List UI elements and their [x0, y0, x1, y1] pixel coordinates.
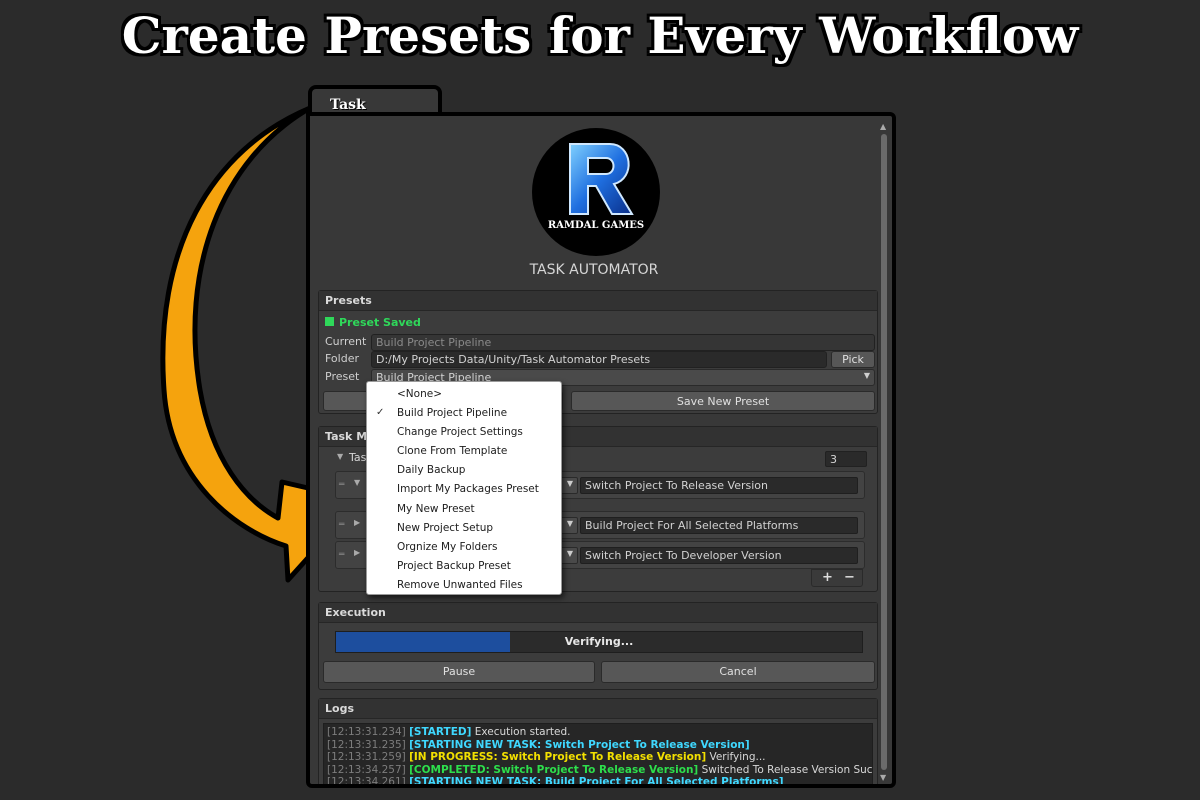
- logo-r-icon: [569, 143, 634, 215]
- drag-handle-icon[interactable]: ═: [339, 520, 344, 530]
- vertical-scrollbar[interactable]: ▲ ▼: [879, 122, 889, 782]
- menu-item-daily-backup[interactable]: Daily Backup: [367, 461, 561, 480]
- task-name-field[interactable]: Switch Project To Release Version: [580, 477, 858, 494]
- checkmark-icon: ✓: [376, 407, 385, 419]
- app-title: TASK AUTOMATOR: [529, 262, 659, 278]
- chevron-down-icon: ▼: [566, 479, 573, 488]
- current-preset-field: Build Project Pipeline: [371, 334, 875, 351]
- current-label: Current: [325, 335, 367, 348]
- task-foldout-icon[interactable]: ▶: [354, 548, 360, 557]
- chevron-down-icon: ▼: [566, 549, 573, 558]
- log-line: [12:13:31.259] [IN PROGRESS: Switch Proj…: [327, 751, 766, 764]
- log-line: [12:13:34.257] [COMPLETED: Switch Projec…: [327, 763, 873, 776]
- progress-text: Verifying...: [564, 635, 634, 648]
- menu-item-change-project-settings[interactable]: Change Project Settings: [367, 423, 561, 442]
- menu-item-none[interactable]: <None>: [367, 385, 561, 404]
- ramdal-games-logo: RAMDAL GAMES: [532, 128, 660, 256]
- scrollbar-thumb[interactable]: [881, 134, 887, 770]
- drag-handle-icon[interactable]: ═: [339, 480, 344, 490]
- cancel-button[interactable]: Cancel: [601, 661, 875, 683]
- logo-text: RAMDAL GAMES: [547, 220, 645, 231]
- logs-header[interactable]: Logs: [319, 699, 877, 719]
- menu-item-import-my-packages-preset[interactable]: Import My Packages Preset: [367, 480, 561, 499]
- chevron-down-icon: ▼: [863, 371, 870, 380]
- presets-header[interactable]: Presets: [319, 291, 877, 311]
- menu-item-remove-unwanted-files[interactable]: Remove Unwanted Files: [367, 576, 561, 595]
- progress-bar: Verifying...: [335, 631, 863, 653]
- folder-path-field[interactable]: D:/My Projects Data/Unity/Task Automator…: [371, 351, 827, 368]
- task-foldout-icon[interactable]: ▶: [354, 518, 360, 527]
- list-add-remove: + −: [811, 569, 863, 587]
- save-new-preset-button[interactable]: Save New Preset: [571, 391, 875, 411]
- drag-handle-icon[interactable]: ═: [339, 550, 344, 560]
- log-line: [12:13:34.261] [STARTING NEW TASK: Build…: [327, 776, 784, 788]
- menu-item-clone-from-template[interactable]: Clone From Template: [367, 442, 561, 461]
- log-line: [12:13:31.234] [STARTED] Execution start…: [327, 726, 571, 738]
- task-name-field[interactable]: Build Project For All Selected Platforms: [580, 517, 858, 534]
- task-foldout-icon[interactable]: ▼: [354, 478, 360, 487]
- task-count-field[interactable]: 3: [825, 451, 867, 467]
- pause-button[interactable]: Pause: [323, 661, 595, 683]
- task-name-field[interactable]: Switch Project To Developer Version: [580, 547, 858, 564]
- preset-status: Preset Saved: [325, 316, 421, 329]
- folder-label: Folder: [325, 352, 359, 365]
- add-task-button[interactable]: +: [822, 570, 833, 585]
- tasks-foldout-icon[interactable]: ▼: [337, 452, 343, 461]
- pick-folder-button[interactable]: Pick: [831, 351, 875, 368]
- menu-item-orgnize-my-folders[interactable]: Orgnize My Folders: [367, 538, 561, 557]
- log-line: [12:13:31.235] [STARTING NEW TASK: Switc…: [327, 738, 750, 751]
- execution-header[interactable]: Execution: [319, 603, 877, 623]
- preset-status-text: Preset Saved: [339, 316, 421, 329]
- preset-dropdown-menu: <None> ✓ Build Project Pipeline Change Pr…: [366, 381, 562, 595]
- preset-label: Preset: [325, 370, 360, 383]
- status-indicator-icon: [325, 317, 334, 326]
- menu-item-project-backup-preset[interactable]: Project Backup Preset: [367, 557, 561, 576]
- remove-task-button[interactable]: −: [844, 570, 855, 585]
- scroll-up-icon[interactable]: ▲: [880, 122, 886, 131]
- log-output[interactable]: [12:13:31.234] [STARTED] Execution start…: [323, 723, 873, 788]
- logs-section: Logs [12:13:31.234] [STARTED] Execution …: [318, 698, 878, 788]
- scroll-down-icon[interactable]: ▼: [880, 773, 886, 782]
- chevron-down-icon: ▼: [566, 519, 573, 528]
- menu-item-my-new-preset[interactable]: My New Preset: [367, 500, 561, 519]
- menu-item-new-project-setup[interactable]: New Project Setup: [367, 519, 561, 538]
- menu-item-build-project-pipeline[interactable]: ✓ Build Project Pipeline: [367, 404, 561, 423]
- banner-title: Create Presets for Every Workflow: [121, 6, 1079, 65]
- execution-section: Execution Verifying... Pause Cancel: [318, 602, 878, 690]
